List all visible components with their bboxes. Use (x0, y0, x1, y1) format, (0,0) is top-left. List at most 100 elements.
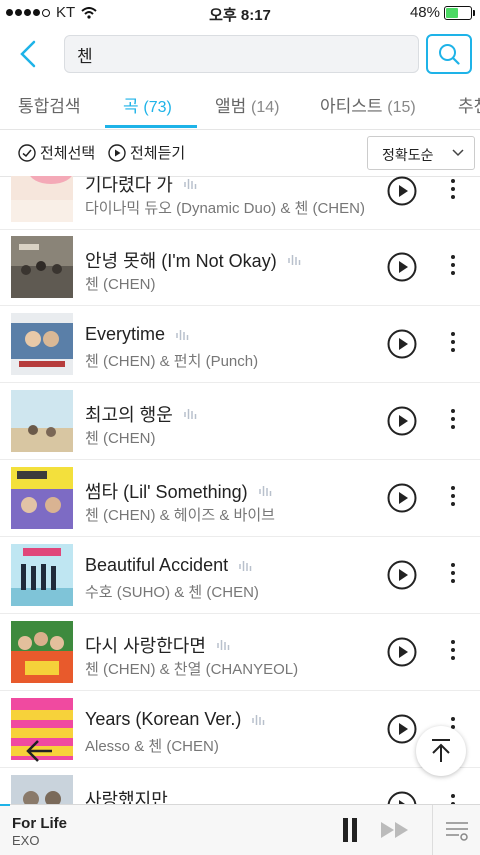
song-artist: Alesso & 첸 (CHEN) (85, 738, 219, 755)
song-row[interactable]: Everytime 첸 (CHEN) & 펀치 (Punch) (0, 306, 480, 383)
play-icon[interactable] (387, 176, 417, 206)
song-row[interactable]: 기다렸다 가 다이나믹 듀오 (Dynamic Duo) & 첸 (CHEN) (0, 176, 480, 230)
song-artist: 첸 (CHEN) & 헤이즈 & 바이브 (85, 507, 275, 524)
playlist-button[interactable] (432, 805, 480, 855)
play-icon[interactable] (387, 791, 417, 804)
song-title: 썸타 (Lil' Something) (85, 482, 248, 502)
audio-quality-icon (184, 409, 197, 419)
song-title: 안녕 못해 (I'm Not Okay) (85, 251, 277, 271)
search-header (0, 26, 480, 82)
list-toolbar: 전체선택 전체듣기 정확도순 (0, 130, 480, 177)
more-options-icon[interactable] (446, 790, 460, 804)
now-playing-title: For Life (12, 815, 67, 832)
check-circle-icon (18, 143, 36, 162)
tab-albums[interactable]: 앨범 (14) (215, 92, 279, 117)
search-field[interactable] (64, 35, 419, 73)
pause-button[interactable] (340, 818, 360, 842)
song-title: 기다렸다 가 (85, 176, 173, 195)
song-title: Beautiful Accident (85, 555, 229, 575)
more-options-icon[interactable] (446, 176, 460, 207)
audio-quality-icon (252, 714, 265, 725)
play-icon[interactable] (387, 406, 417, 436)
play-all-button[interactable]: 전체듣기 (108, 142, 185, 163)
more-options-icon[interactable] (446, 482, 460, 514)
song-row[interactable]: Years (Korean Ver.) Alesso & 첸 (CHEN) (0, 691, 480, 768)
mini-player[interactable]: For Life EXO (0, 804, 480, 855)
play-icon[interactable] (387, 252, 417, 282)
album-art-0 (11, 176, 73, 222)
sort-dropdown[interactable]: 정확도순 (367, 136, 475, 170)
song-artist: 첸 (CHEN) (85, 276, 156, 293)
search-button[interactable] (426, 34, 472, 74)
tab-count: (15) (387, 99, 416, 116)
tab-label: 앨범 (215, 97, 247, 116)
back-button[interactable] (12, 36, 46, 72)
playback-progress (0, 804, 10, 806)
song-list: 기다렸다 가 다이나믹 듀오 (Dynamic Duo) & 첸 (CHEN) … (0, 176, 480, 804)
audio-quality-icon (176, 329, 189, 340)
play-icon[interactable] (387, 329, 417, 359)
play-icon[interactable] (387, 714, 417, 744)
tab-artists[interactable]: 아티스트 (15) (320, 92, 416, 117)
search-tabs: 통합검색 곡 (73) 앨범 (14) 아티스트 (15) 추천 (0, 82, 480, 130)
more-options-icon[interactable] (446, 251, 460, 283)
search-input[interactable] (65, 36, 409, 72)
album-art-8 (11, 775, 73, 804)
album-art-4 (11, 467, 73, 529)
select-all-button[interactable]: 전체선택 (18, 142, 95, 163)
status-bar: KT 오후 8:17 48% (0, 0, 480, 26)
clock: 오후 8:17 (209, 7, 271, 24)
more-options-icon[interactable] (446, 636, 460, 668)
song-row[interactable]: Beautiful Accident 수호 (SUHO) & 첸 (CHEN) (0, 537, 480, 614)
audio-quality-icon (258, 486, 271, 496)
audio-quality-icon (184, 179, 197, 189)
battery-status: 48% (409, 4, 475, 21)
album-art-3 (11, 390, 73, 452)
song-row[interactable]: 다시 사랑한다면 첸 (CHEN) & 찬열 (CHANYEOL) (0, 614, 480, 691)
tab-label: 추천 (458, 97, 480, 116)
song-artist: 첸 (CHEN) & 펀치 (Punch) (85, 353, 259, 370)
song-artist: 첸 (CHEN) & 찬열 (CHANYEOL) (85, 661, 299, 678)
play-all-label: 전체듣기 (130, 145, 186, 162)
tab-label: 아티스트 (320, 97, 383, 116)
now-playing-artist: EXO (12, 833, 40, 848)
album-art-1 (11, 236, 73, 298)
audio-quality-icon (217, 640, 230, 650)
tab-songs[interactable]: 곡 (73) (123, 92, 172, 117)
more-options-icon[interactable] (446, 405, 460, 437)
song-title: 사랑했지만 (85, 790, 168, 804)
tab-all[interactable]: 통합검색 (18, 92, 81, 117)
battery-percent: 48% (409, 4, 440, 21)
play-circle-icon (108, 143, 126, 162)
play-icon[interactable] (387, 483, 417, 513)
more-options-icon[interactable] (446, 328, 460, 360)
song-title: 최고의 행운 (85, 405, 173, 425)
active-tab-indicator (105, 125, 197, 128)
song-title: Years (Korean Ver.) (85, 709, 242, 729)
play-icon[interactable] (387, 560, 417, 590)
song-artist: 첸 (CHEN) (85, 430, 156, 447)
song-title: 다시 사랑한다면 (85, 636, 206, 656)
sort-label: 정확도순 (382, 147, 434, 163)
next-track-icon[interactable] (380, 821, 410, 839)
chevron-down-icon (452, 149, 464, 157)
song-row[interactable]: 사랑했지만 (0, 768, 480, 804)
select-all-label: 전체선택 (40, 145, 96, 162)
search-icon (439, 44, 460, 65)
song-row[interactable]: 최고의 행운 첸 (CHEN) (0, 383, 480, 460)
song-artist: 다이나믹 듀오 (Dynamic Duo) & 첸 (CHEN) (85, 200, 365, 217)
album-art-5 (11, 544, 73, 606)
song-row[interactable]: 썸타 (Lil' Something) 첸 (CHEN) & 헤이즈 & 바이브 (0, 460, 480, 537)
playlist-icon (446, 822, 468, 841)
arrow-left-icon[interactable] (24, 738, 54, 764)
tab-recommend[interactable]: 추천 (458, 92, 480, 117)
tab-label: 곡 (123, 97, 139, 116)
scroll-to-top-button[interactable] (416, 726, 466, 776)
song-artist: 수호 (SUHO) & 첸 (CHEN) (85, 584, 259, 601)
battery-icon (444, 5, 475, 20)
play-icon[interactable] (387, 637, 417, 667)
song-row[interactable]: 안녕 못해 (I'm Not Okay) 첸 (CHEN) (0, 229, 480, 306)
tab-count: (14) (251, 99, 280, 116)
song-title: Everytime (85, 324, 166, 344)
more-options-icon[interactable] (446, 559, 460, 591)
